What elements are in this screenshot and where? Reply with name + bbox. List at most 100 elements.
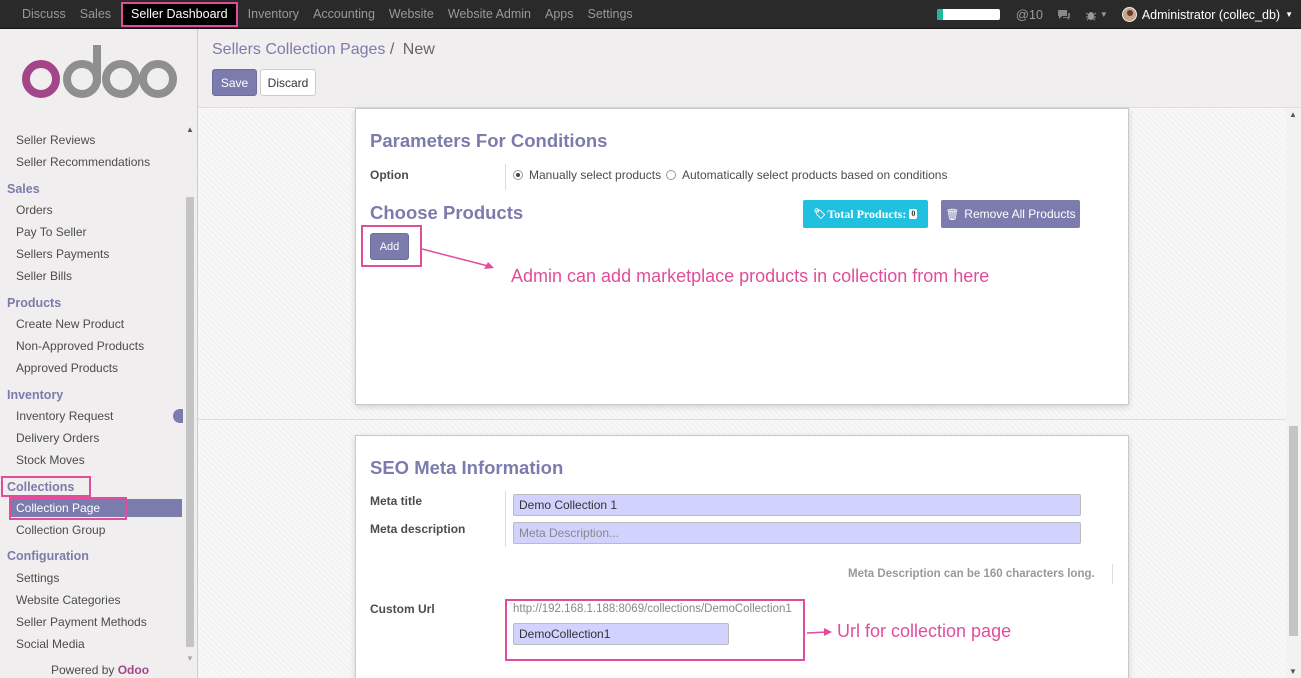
sidebar-item-stock-moves[interactable]: Stock Moves: [16, 453, 85, 467]
sidebar-section-inventory: Inventory: [7, 388, 64, 402]
total-products-label: Total Products:: [827, 206, 907, 221]
scrollbar-thumb[interactable]: [1289, 426, 1298, 636]
highlight-custom-url: [505, 599, 805, 661]
progress-bar[interactable]: [936, 9, 1000, 20]
trash-icon: 🗑: [945, 208, 960, 221]
powered-by-label: Powered by: [51, 663, 115, 677]
total-products-count: 0: [909, 209, 918, 219]
sidebar-item-social-media[interactable]: Social Media: [16, 637, 85, 651]
scroll-up-arrow-icon[interactable]: ▲: [186, 125, 194, 134]
choose-products-title: Choose Products: [370, 202, 524, 223]
meta-description-label: Meta description: [370, 522, 466, 536]
annotation-url: Url for collection page: [837, 621, 1012, 641]
scroll-up-arrow-icon[interactable]: ▲: [1289, 110, 1297, 119]
progress-fill: [936, 9, 944, 20]
sidebar-item-pay-to-seller[interactable]: Pay To Seller: [16, 225, 86, 239]
meta-title-field[interactable]: Demo Collection 1: [513, 494, 1081, 516]
avatar: [1121, 7, 1137, 22]
field-separator: [505, 491, 506, 547]
field-separator: [505, 164, 506, 190]
sidebar-section-products: Products: [7, 296, 62, 310]
chat-icon[interactable]: [1057, 9, 1071, 21]
highlight-collection-page: [9, 497, 127, 520]
sidebar-item-seller-bills[interactable]: Seller Bills: [16, 269, 72, 283]
radio-auto-label[interactable]: Automatically select products based on c…: [682, 168, 947, 182]
user-name: Administrator (collec_db): [1141, 7, 1281, 22]
menu-inventory[interactable]: Inventory: [241, 0, 306, 29]
meta-description-hint: Meta Description can be 160 characters l…: [848, 568, 1095, 580]
top-navbar: Discuss Sales Seller Dashboard Inventory…: [0, 0, 1301, 29]
option-label: Option: [370, 168, 409, 182]
sidebar-item-settings[interactable]: Settings: [16, 571, 59, 585]
main-scrollbar[interactable]: ▲ ▼: [1286, 108, 1301, 678]
field-separator: [1112, 564, 1113, 584]
sidebar-item-delivery-orders[interactable]: Delivery Orders: [16, 431, 99, 445]
meta-title-label: Meta title: [370, 494, 423, 508]
conditions-sheet: Parameters For Conditions Option Manuall…: [355, 108, 1129, 405]
annotation-add-products: Admin can add marketplace products in co…: [511, 266, 990, 286]
caret-down-icon: ▼: [1285, 10, 1293, 19]
form-view: Parameters For Conditions Option Manuall…: [198, 108, 1301, 678]
powered-by-link[interactable]: Odoo: [118, 663, 149, 677]
sidebar-item-non-approved-products[interactable]: Non-Approved Products: [16, 339, 144, 353]
discard-button[interactable]: Discard: [260, 69, 316, 96]
highlight-collections: [1, 476, 91, 497]
sidebar-item-create-new-product[interactable]: Create New Product: [16, 317, 124, 331]
annotation-arrow-icon: [422, 248, 494, 269]
scroll-down-arrow-icon[interactable]: ▼: [1289, 667, 1297, 676]
sidebar-item-collection-group[interactable]: Collection Group: [16, 523, 105, 537]
menu-discuss[interactable]: Discuss: [15, 0, 73, 29]
radio-manual[interactable]: [513, 170, 523, 180]
seo-title: SEO Meta Information: [370, 457, 564, 478]
count-badge: [173, 409, 183, 423]
breadcrumb-separator: /: [389, 41, 395, 58]
total-products-button[interactable]: 🏷 Total Products: 0: [803, 200, 928, 228]
highlight-add-button: [361, 225, 422, 267]
radio-manual-label[interactable]: Manually select products: [529, 168, 661, 182]
breadcrumb-parent[interactable]: Sellers Collection Pages: [212, 41, 385, 58]
debug-bug-icon[interactable]: ▼: [1085, 9, 1108, 21]
sidebar-item-website-categories[interactable]: Website Categories: [16, 593, 121, 607]
breadcrumb-current: New: [402, 41, 435, 58]
sidebar-item-inventory-request[interactable]: Inventory Request: [16, 409, 113, 423]
caret-down-icon: ▼: [1099, 10, 1108, 19]
menu-sales[interactable]: Sales: [73, 0, 118, 29]
sidebar-item-seller-reviews[interactable]: Seller Reviews: [16, 133, 95, 147]
scroll-down-arrow-icon[interactable]: ▼: [186, 654, 194, 663]
mentions-count: 10: [1029, 7, 1043, 22]
sidebar-item-orders[interactable]: Orders: [16, 203, 53, 217]
sidebar-scrollbar[interactable]: ▲ ▼: [184, 125, 196, 663]
menu-apps[interactable]: Apps: [538, 0, 581, 29]
sidebar-item-sellers-payments[interactable]: Sellers Payments: [16, 247, 109, 261]
systray: @ 10 ▼ Administrator (collec_db) ▼: [936, 0, 1293, 29]
radio-auto[interactable]: [666, 170, 676, 180]
remove-all-products-button[interactable]: 🗑 Remove All Products: [941, 200, 1080, 228]
save-button[interactable]: Save: [212, 69, 257, 96]
meta-description-field[interactable]: Meta Description...: [513, 522, 1081, 544]
sidebar: Seller Reviews Seller Recommendations Sa…: [0, 29, 198, 678]
menu-settings[interactable]: Settings: [581, 0, 640, 29]
user-menu[interactable]: Administrator (collec_db) ▼: [1121, 7, 1293, 22]
remove-all-products-label: Remove All Products: [964, 207, 1076, 221]
mentions-indicator[interactable]: @ 10: [1016, 7, 1043, 22]
tag-icon: 🏷: [813, 208, 827, 220]
odoo-logo[interactable]: [22, 45, 177, 105]
sidebar-item-seller-recommendations[interactable]: Seller Recommendations: [16, 155, 150, 169]
at-icon: @: [1015, 7, 1029, 22]
powered-by: Powered by Odoo: [51, 663, 149, 677]
menu-website[interactable]: Website: [382, 0, 441, 29]
sidebar-item-seller-payment-methods[interactable]: Seller Payment Methods: [16, 615, 147, 629]
scrollbar-thumb[interactable]: [186, 197, 194, 647]
breadcrumb: Sellers Collection Pages / New: [212, 41, 435, 59]
menu-seller-dashboard[interactable]: Seller Dashboard: [121, 2, 238, 27]
sidebar-item-approved-products[interactable]: Approved Products: [16, 361, 118, 375]
menu-website-admin[interactable]: Website Admin: [441, 0, 538, 29]
section-divider: [198, 419, 1288, 420]
seo-sheet: SEO Meta Information Meta title Demo Col…: [355, 435, 1129, 678]
annotation-arrow-icon: [807, 628, 832, 636]
menu-accounting[interactable]: Accounting: [306, 0, 382, 29]
sidebar-section-configuration: Configuration: [7, 549, 89, 563]
conditions-title: Parameters For Conditions: [370, 130, 608, 151]
custom-url-label: Custom Url: [370, 602, 435, 616]
sidebar-section-sales: Sales: [7, 182, 40, 196]
